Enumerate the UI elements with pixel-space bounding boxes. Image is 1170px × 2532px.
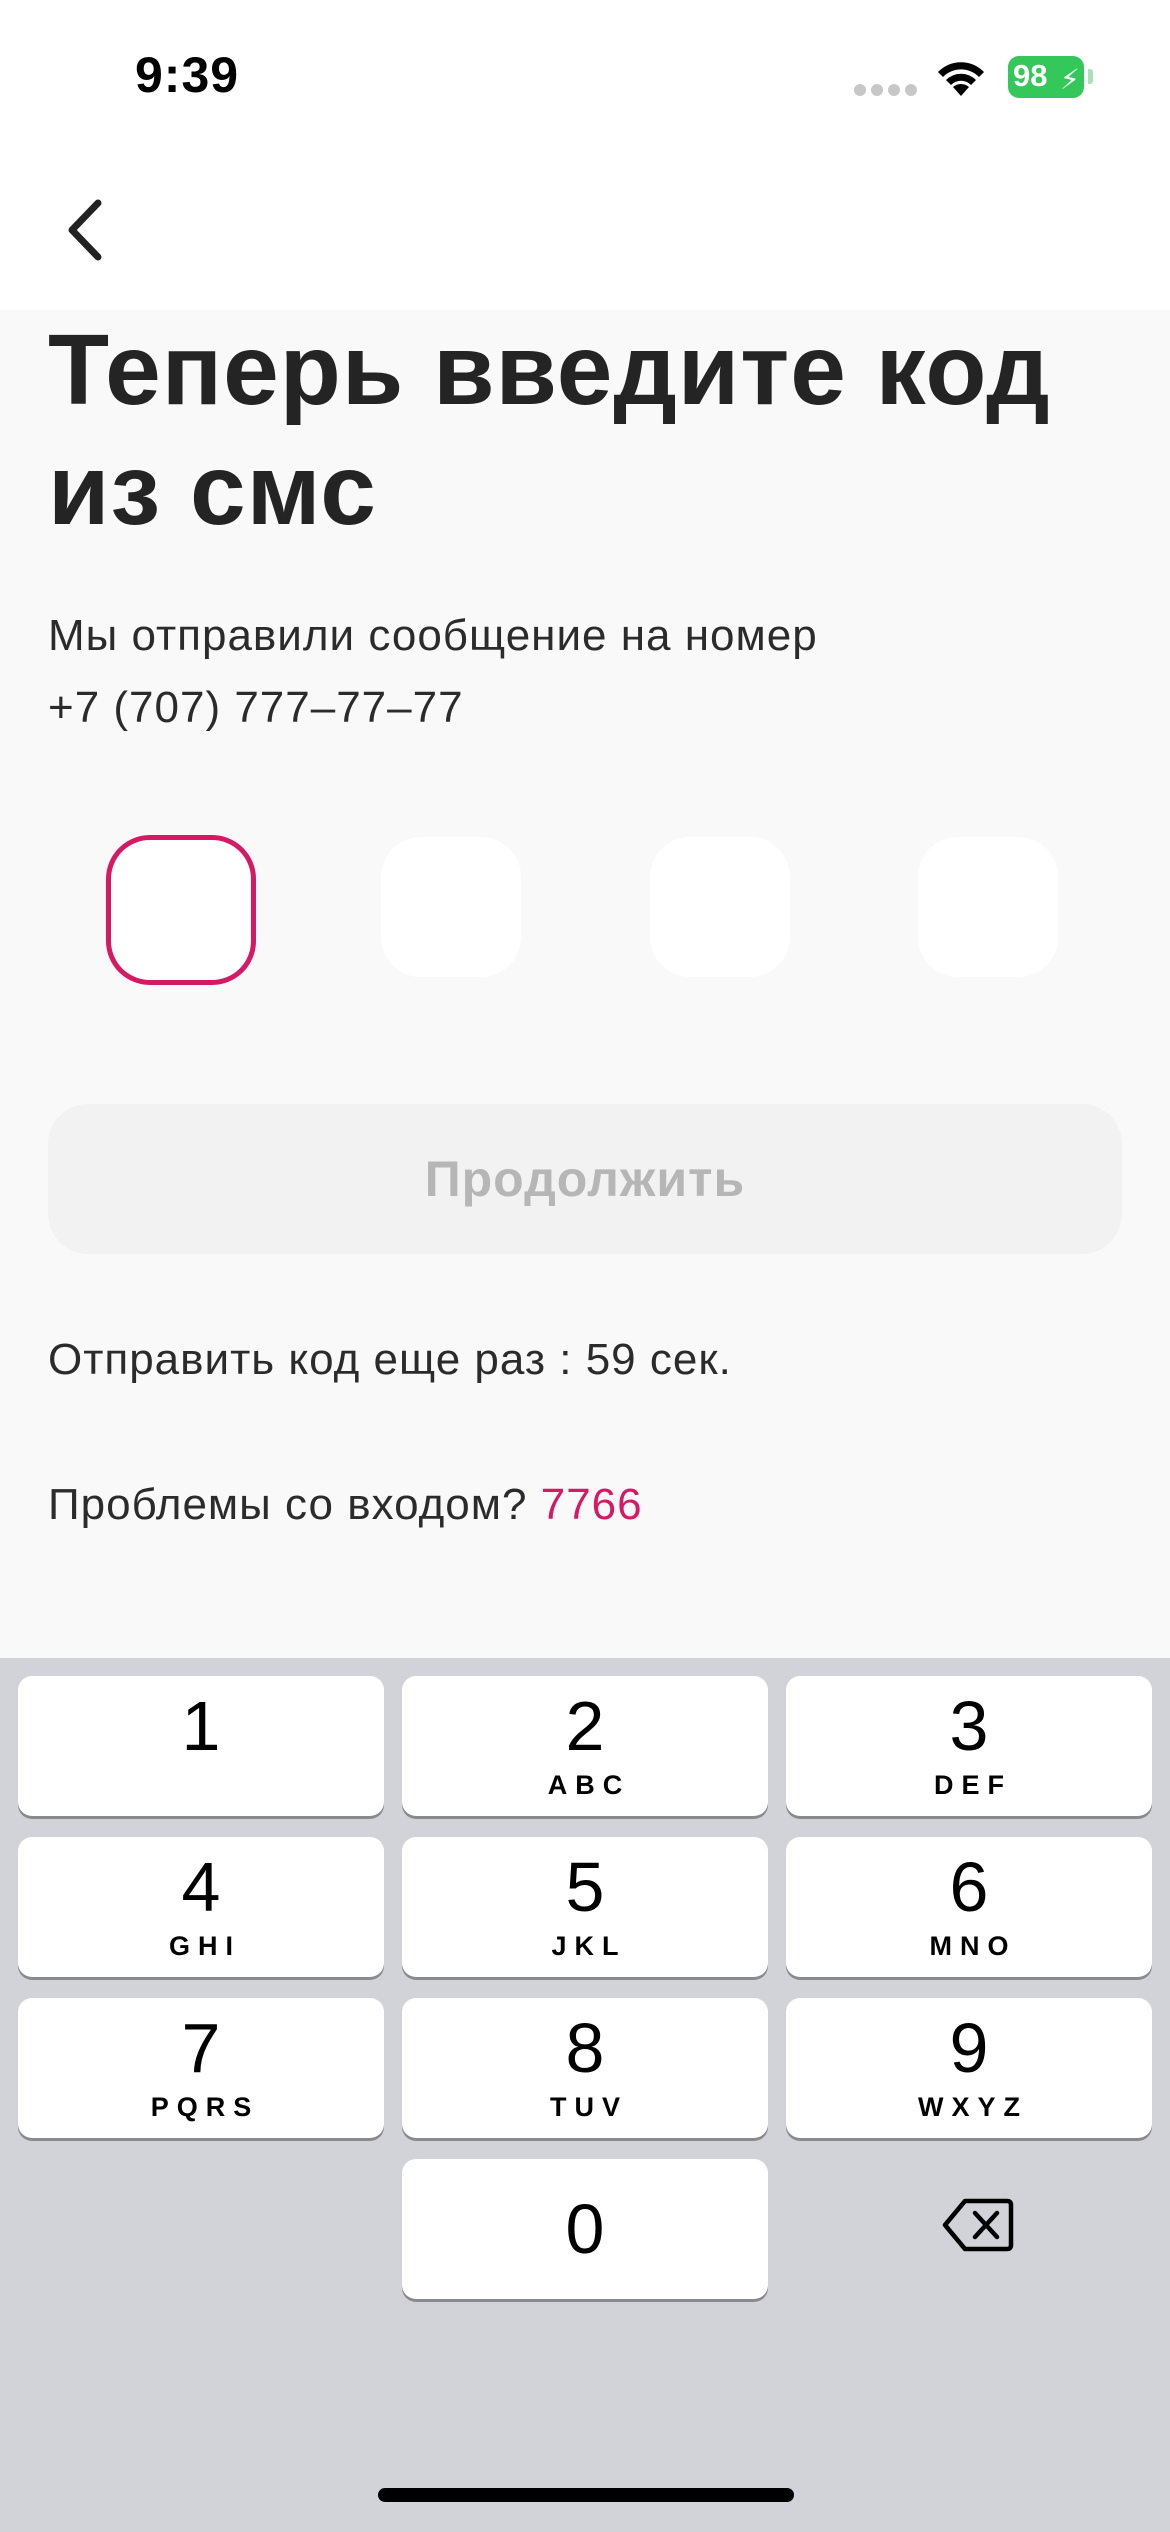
code-digit-1[interactable]	[106, 835, 256, 985]
navigation-bar	[0, 150, 1170, 310]
code-digit-3[interactable]	[650, 837, 790, 977]
battery-icon: 98 ⚡	[1008, 56, 1093, 98]
key-1[interactable]: 1	[18, 1676, 384, 1816]
key-2[interactable]: 2 ABC	[402, 1676, 768, 1816]
key-digit: 2	[565, 1687, 605, 1765]
key-letters: DEF	[934, 1770, 1012, 1800]
login-problems: Проблемы со входом? 7766	[48, 1480, 643, 1530]
key-digit: 1	[181, 1687, 221, 1765]
key-3[interactable]: 3 DEF	[786, 1676, 1152, 1816]
key-letters: TUV	[550, 2092, 628, 2122]
key-digit: 6	[949, 1848, 989, 1926]
key-digit: 9	[949, 2009, 989, 2087]
back-button[interactable]	[40, 180, 130, 280]
code-digit-4[interactable]	[918, 837, 1058, 977]
key-digit: 4	[181, 1848, 221, 1926]
key-digit: 0	[565, 2190, 605, 2268]
sent-message-info: Мы отправили сообщение на номер +7 (707)…	[48, 600, 818, 744]
cellular-signal-icon	[854, 84, 917, 96]
key-letters: JKL	[551, 1931, 627, 1961]
sms-code-input-group	[106, 835, 1060, 985]
page-title: Теперь введите код из смс	[48, 314, 1051, 546]
key-4[interactable]: 4 GHI	[18, 1837, 384, 1977]
key-8[interactable]: 8 TUV	[402, 1998, 768, 2138]
chevron-left-icon	[68, 199, 102, 261]
status-time: 9:39	[135, 47, 240, 103]
key-digit: 7	[181, 2009, 221, 2087]
key-letters: PQRS	[150, 2092, 260, 2122]
support-number-link[interactable]: 7766	[541, 1480, 643, 1529]
key-9[interactable]: 9 WXYZ	[786, 1998, 1152, 2138]
key-digit: 3	[949, 1687, 989, 1765]
phone-number: +7 (707) 777–77–77	[48, 683, 464, 732]
resend-timer: Отправить код еще раз : 59 сек.	[48, 1335, 732, 1384]
key-letters: ABC	[547, 1770, 631, 1800]
continue-button[interactable]: Продолжить	[48, 1104, 1122, 1254]
wifi-icon	[938, 62, 984, 96]
sms-code-screen: 9:39 98 ⚡ Теперь введите код из смс Мы о…	[0, 0, 1170, 2532]
key-letters: MNO	[929, 1931, 1017, 1961]
key-6[interactable]: 6 MNO	[786, 1837, 1152, 1977]
status-bar: 9:39 98 ⚡	[0, 0, 1170, 150]
backspace-icon	[942, 2198, 1014, 2252]
key-0[interactable]: 0	[402, 2159, 768, 2299]
charging-bolt-icon: ⚡	[1060, 64, 1080, 95]
home-indicator	[378, 2488, 794, 2502]
key-letters: WXYZ	[918, 2092, 1028, 2122]
sent-message-text: Мы отправили сообщение на номер	[48, 611, 818, 660]
key-digit: 5	[565, 1848, 605, 1926]
code-digit-2[interactable]	[381, 837, 521, 977]
battery-level: 98	[1013, 58, 1048, 93]
key-letters: GHI	[168, 1931, 241, 1961]
key-5[interactable]: 5 JKL	[402, 1837, 768, 1977]
key-digit: 8	[565, 2009, 605, 2087]
key-7[interactable]: 7 PQRS	[18, 1998, 384, 2138]
login-problems-label: Проблемы со входом?	[48, 1480, 528, 1529]
delete-key[interactable]	[928, 2185, 1028, 2265]
